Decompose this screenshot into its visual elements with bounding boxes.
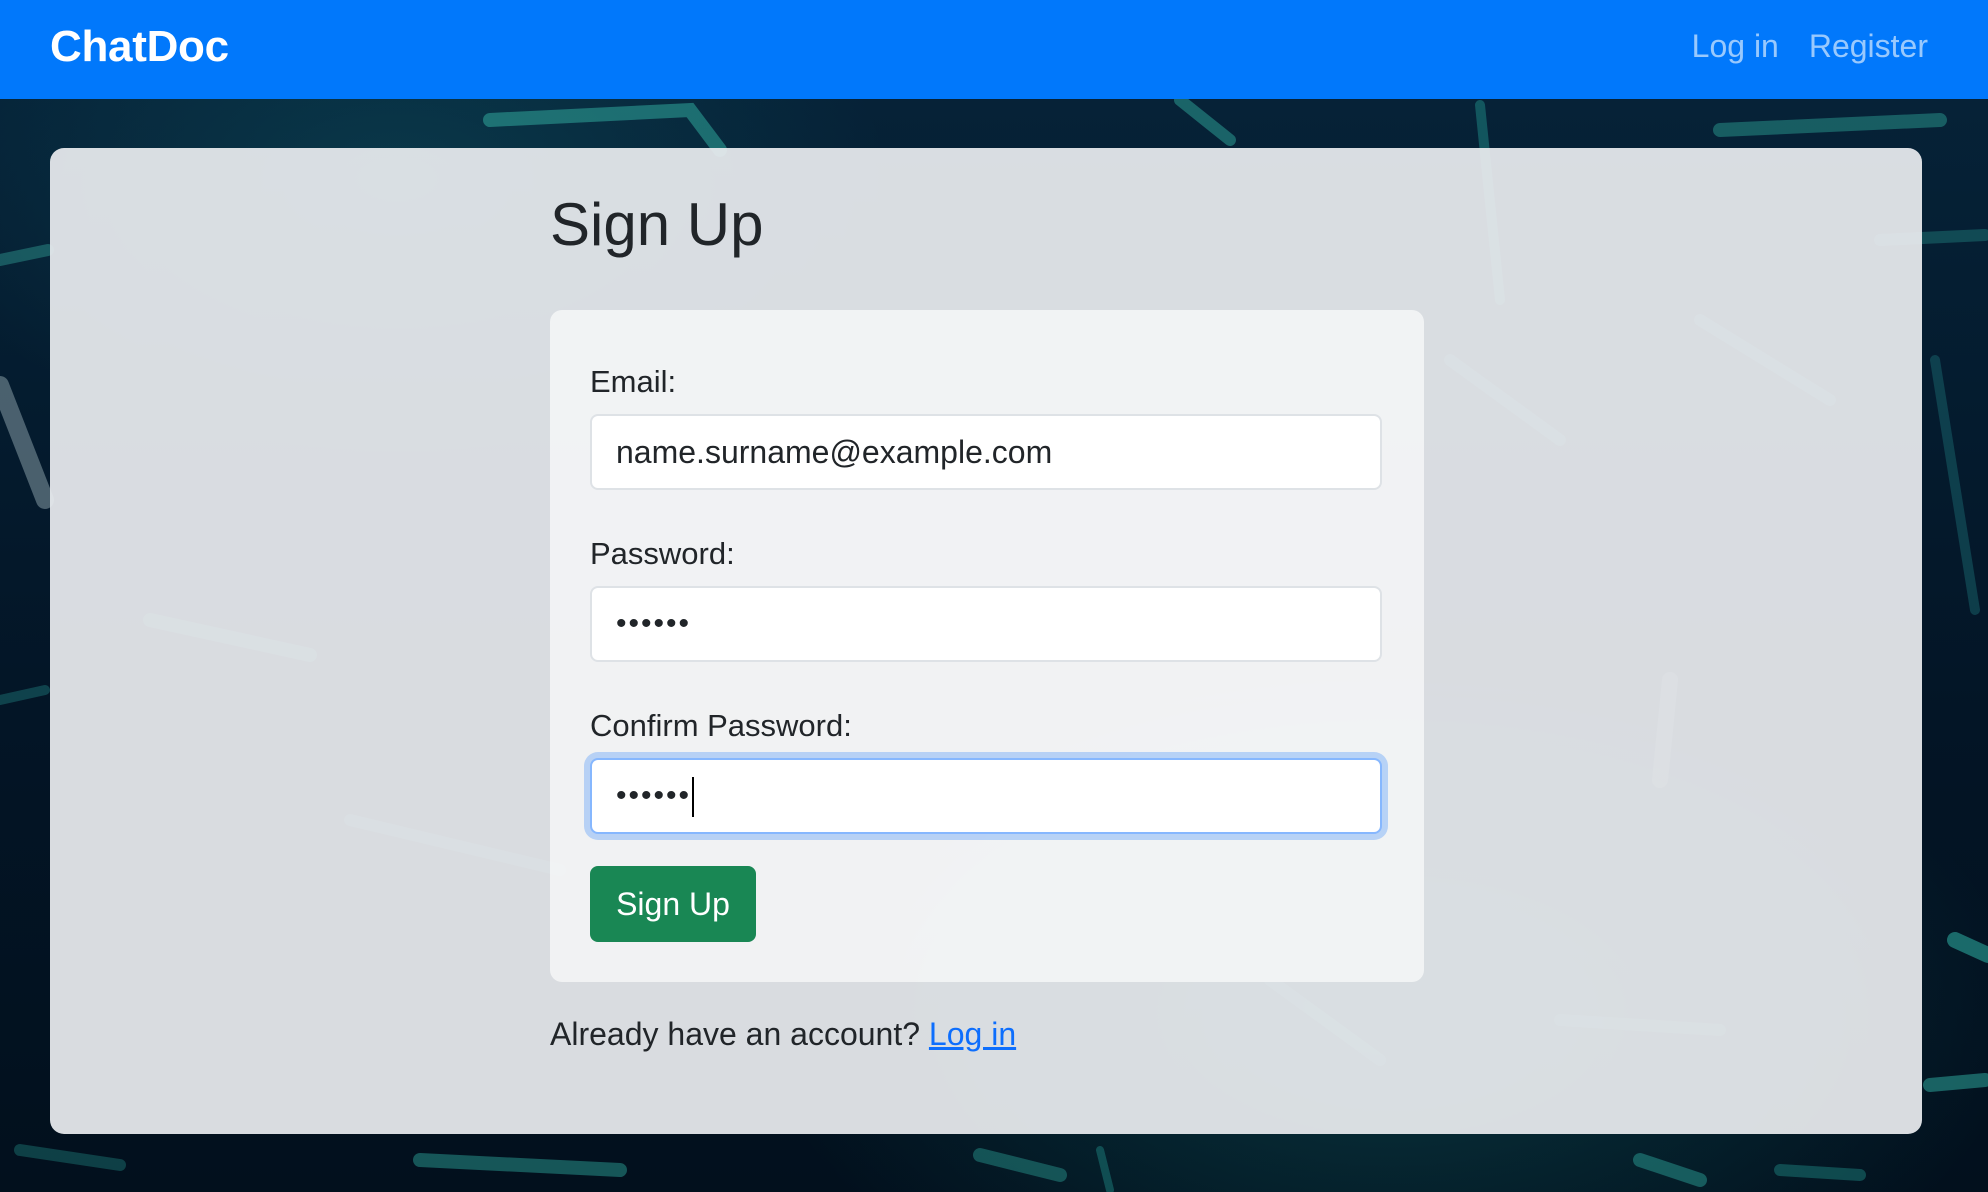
confirm-password-field[interactable]: •••••• — [590, 758, 1382, 834]
signup-form: Email: name.surname@example.com Password… — [550, 310, 1424, 982]
confirm-password-value-wrap: •••••• — [616, 760, 695, 832]
password-field[interactable]: •••••• — [590, 586, 1382, 662]
page-title: Sign Up — [550, 191, 764, 258]
brand-logo[interactable]: ChatDoc — [50, 22, 229, 72]
confirm-password-value: •••••• — [616, 779, 692, 812]
nav-links: Log in Register — [1692, 28, 1928, 65]
email-value: name.surname@example.com — [616, 434, 1053, 470]
password-value: •••••• — [616, 607, 692, 640]
password-label: Password: — [590, 536, 735, 571]
nav-login-link[interactable]: Log in — [1692, 28, 1779, 65]
text-caret — [692, 777, 695, 818]
confirm-password-label: Confirm Password: — [590, 708, 852, 743]
nav-register-link[interactable]: Register — [1809, 28, 1928, 65]
login-link[interactable]: Log in — [929, 1016, 1016, 1052]
main-card: Sign Up Email: name.surname@example.com … — [50, 148, 1922, 1134]
login-prompt: Already have an account? Log in — [550, 1016, 1016, 1053]
login-prompt-text: Already have an account? — [550, 1016, 921, 1052]
email-label: Email: — [590, 364, 677, 399]
email-field[interactable]: name.surname@example.com — [590, 414, 1382, 490]
sign-up-button[interactable]: Sign Up — [590, 866, 756, 942]
top-navbar: ChatDoc Log in Register — [0, 0, 1988, 99]
